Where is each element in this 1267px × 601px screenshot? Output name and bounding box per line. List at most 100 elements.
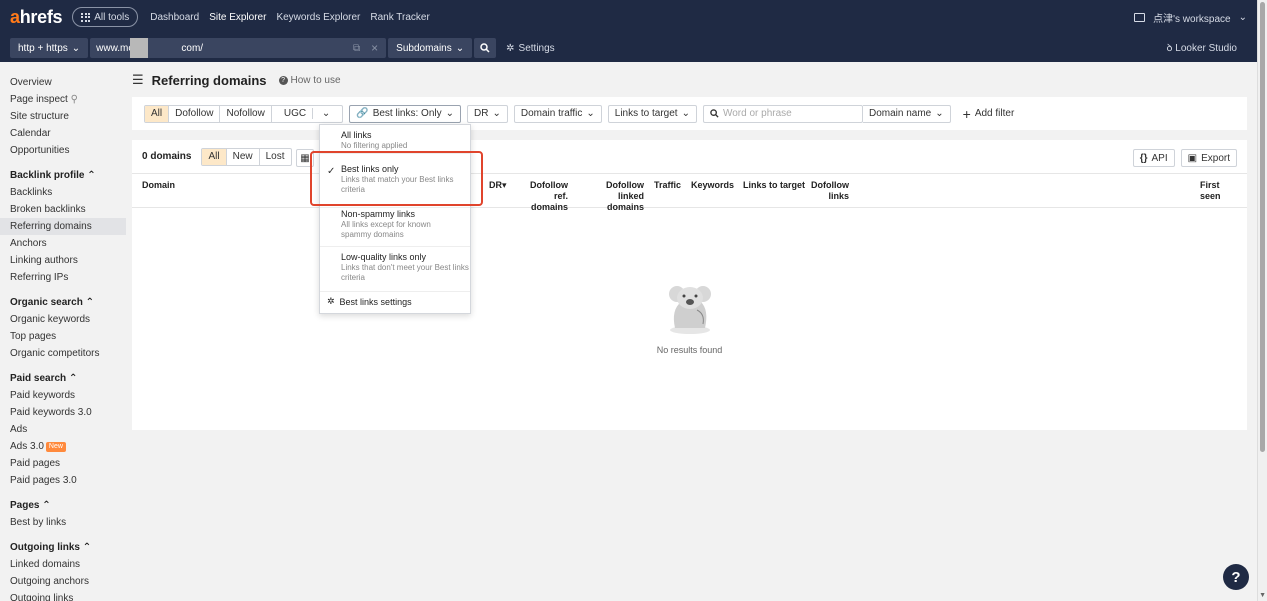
sidebar-section-pages[interactable]: Pages ⌃ — [0, 497, 126, 514]
sidebar-item-linking-authors[interactable]: Linking authors — [0, 252, 126, 269]
gear-icon: ✲ — [327, 296, 335, 306]
sidebar-item-outgoing-links[interactable]: Outgoing links — [0, 590, 126, 601]
col-links-to-target[interactable]: Links to target — [743, 180, 805, 191]
sidebar-item-broken-backlinks[interactable]: Broken backlinks — [0, 201, 126, 218]
sidebar-item-paid-keywords[interactable]: Paid keywords — [0, 387, 126, 404]
col-first-seen[interactable]: First seen — [1200, 180, 1221, 202]
domain-name-select[interactable]: Domain name ⌄ — [862, 104, 951, 123]
help-button[interactable]: ? — [1223, 564, 1249, 590]
menu-icon[interactable]: ☰ — [132, 72, 144, 88]
col-keywords[interactable]: Keywords — [691, 180, 734, 191]
results-panel: 0 domains All New Lost ▦ {} API ▣ Export… — [132, 140, 1247, 430]
links-to-target-filter[interactable]: Links to target ⌄ — [607, 104, 697, 123]
col-dofollow-links[interactable]: Dofollow links — [811, 180, 849, 202]
col-label-line2: links — [828, 191, 849, 201]
sidebar-item-anchors[interactable]: Anchors — [0, 235, 126, 252]
filter-all[interactable]: All — [145, 105, 170, 122]
chevron-down-icon: ⌄ — [1238, 12, 1247, 23]
api-button[interactable]: {} API — [1132, 149, 1175, 167]
sidebar-item-paid-keywords-3[interactable]: Paid keywords 3.0 — [0, 404, 126, 421]
tab-lost[interactable]: Lost — [260, 149, 291, 165]
ugc-label: UGC — [278, 108, 314, 119]
sidebar-item-paid-pages[interactable]: Paid pages — [0, 455, 126, 472]
best-links-settings-link[interactable]: ✲ Best links settings — [320, 296, 470, 307]
chevron-down-icon: ⌄ — [586, 108, 595, 119]
add-filter-button[interactable]: + Add filter — [963, 107, 1015, 121]
col-label-line1: Dofollow — [811, 180, 849, 190]
sidebar-item-ads-3[interactable]: Ads 3.0 New — [0, 438, 126, 455]
how-to-use-link[interactable]: ? How to use — [278, 75, 341, 86]
sort-desc-icon: ▾ — [502, 180, 507, 190]
chevron-up-icon: ⌃ — [82, 542, 92, 553]
option-non-spammy-links[interactable]: Non-spammy links All links except for kn… — [320, 209, 470, 247]
sidebar-item-best-by-links[interactable]: Best by links — [0, 514, 126, 531]
page-scrollbar[interactable]: ▼ — [1257, 0, 1267, 601]
sidebar-item-page-inspect[interactable]: Page inspect ⚲ — [0, 91, 126, 108]
scroll-down-icon[interactable]: ▼ — [1259, 592, 1266, 599]
chevron-up-icon: ⌃ — [68, 373, 78, 384]
clear-icon[interactable]: × — [371, 41, 378, 55]
export-label: Export — [1201, 152, 1230, 164]
sidebar-item-organic-competitors[interactable]: Organic competitors — [0, 345, 126, 362]
word-phrase-placeholder: Word or phrase — [722, 108, 792, 119]
workspace-switcher[interactable]: 点津's workspace ⌄ — [1134, 10, 1247, 25]
sidebar-section-organic-search[interactable]: Organic search ⌃ — [0, 294, 126, 311]
filter-ugc[interactable]: UGC ⌄ — [272, 106, 342, 122]
best-links-filter[interactable]: 🔗 Best links: Only ⌄ — [349, 104, 462, 123]
sidebar-item-site-structure[interactable]: Site structure — [0, 108, 126, 125]
external-link-icon[interactable]: ⧉ — [353, 43, 360, 54]
col-domain[interactable]: Domain — [142, 180, 175, 191]
sidebar-item-organic-keywords[interactable]: Organic keywords — [0, 311, 126, 328]
sidebar-item-outgoing-anchors[interactable]: Outgoing anchors — [0, 573, 126, 590]
looker-studio-link[interactable]: ꝺ Looker Studio — [1167, 40, 1238, 54]
target-search-bar: http + https ⌄ www.mc com/ ⧉ × Subdomain… — [0, 34, 1257, 62]
sidebar-item-referring-ips[interactable]: Referring IPs — [0, 269, 126, 286]
search-button[interactable] — [474, 38, 497, 58]
top-navigation: ahrefs All tools Dashboard Site Explorer… — [0, 0, 1257, 34]
sidebar-section-outgoing-links[interactable]: Outgoing links ⌃ — [0, 539, 126, 556]
sidebar-item-backlinks[interactable]: Backlinks — [0, 184, 126, 201]
sidebar-item-linked-domains[interactable]: Linked domains — [0, 556, 126, 573]
export-button[interactable]: ▣ Export — [1180, 149, 1237, 167]
monitor-icon[interactable] — [1134, 13, 1146, 22]
target-url-input[interactable]: www.mc com/ ⧉ × — [90, 38, 387, 58]
col-dofollow-ref-domains[interactable]: Dofollow ref. domains — [515, 180, 568, 213]
sidebar-item-top-pages[interactable]: Top pages — [0, 328, 126, 345]
word-phrase-input[interactable]: Word or phrase — [702, 104, 863, 123]
selection-highlight — [310, 151, 483, 206]
sidebar-item-opportunities[interactable]: Opportunities — [0, 142, 126, 159]
best-links-settings-label: Best links settings — [339, 296, 412, 307]
sidebar-item-paid-pages-3[interactable]: Paid pages 3.0 — [0, 472, 126, 489]
nav-rank-tracker[interactable]: Rank Tracker — [370, 12, 429, 23]
option-low-quality-links[interactable]: Low-quality links only Links that don't … — [320, 252, 470, 292]
scrollbar-thumb[interactable] — [1260, 2, 1265, 452]
sidebar-item-ads[interactable]: Ads — [0, 421, 126, 438]
dr-filter[interactable]: DR ⌄ — [467, 104, 508, 123]
filter-dofollow[interactable]: Dofollow — [169, 105, 221, 122]
col-traffic[interactable]: Traffic — [654, 180, 681, 191]
gear-icon: ✲ — [506, 42, 515, 54]
col-dofollow-linked-domains[interactable]: Dofollow linked domains — [579, 180, 644, 213]
nav-dashboard[interactable]: Dashboard — [150, 12, 199, 23]
domain-name-label: Domain name — [868, 108, 932, 119]
sidebar-item-overview[interactable]: Overview — [0, 74, 126, 91]
col-dr[interactable]: DR▾ — [489, 180, 507, 191]
domain-traffic-filter[interactable]: Domain traffic ⌄ — [513, 104, 602, 123]
section-title: Paid search — [10, 373, 67, 384]
sidebar-item-calendar[interactable]: Calendar — [0, 125, 126, 142]
protocol-select[interactable]: http + https ⌄ — [10, 38, 89, 58]
ahrefs-logo[interactable]: ahrefs — [10, 7, 63, 28]
nav-keywords-explorer[interactable]: Keywords Explorer — [276, 12, 360, 23]
sidebar-item-label: Ads 3.0 — [10, 441, 44, 452]
nav-site-explorer[interactable]: Site Explorer — [209, 12, 266, 23]
mode-select[interactable]: Subdomains ⌄ — [388, 38, 473, 58]
sidebar-section-paid-search[interactable]: Paid search ⌃ — [0, 370, 126, 387]
all-tools-button[interactable]: All tools — [72, 7, 139, 27]
sidebar-section-backlink-profile[interactable]: Backlink profile ⌃ — [0, 167, 126, 184]
tab-new[interactable]: New — [227, 148, 260, 165]
sidebar-item-referring-domains[interactable]: Referring domains — [0, 218, 126, 235]
settings-button[interactable]: ✲ Settings — [506, 43, 555, 54]
tab-all[interactable]: All — [202, 148, 227, 165]
filter-nofollow[interactable]: Nofollow — [220, 105, 272, 122]
col-label-line1: Dofollow linked — [606, 180, 644, 201]
